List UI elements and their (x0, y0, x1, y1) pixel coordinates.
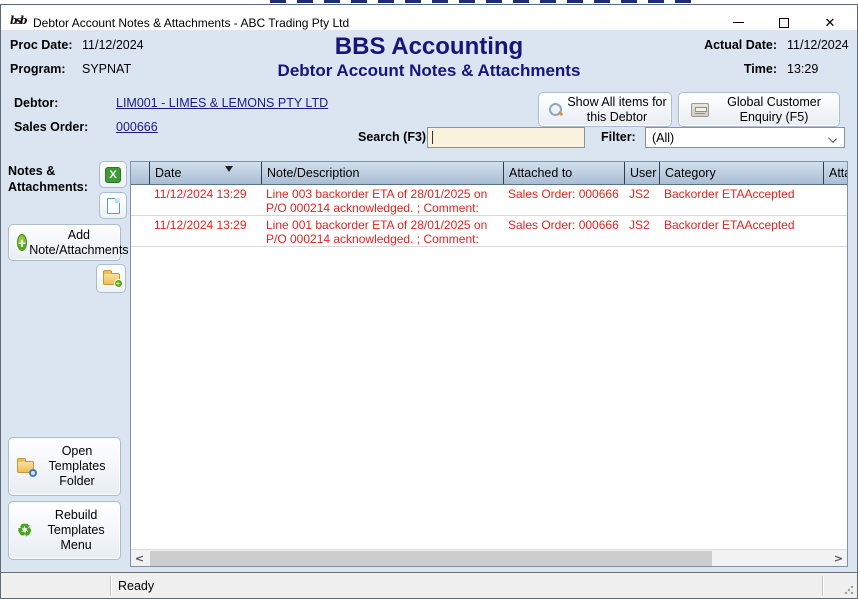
view-document-button[interactable] (99, 192, 127, 219)
maximize-icon (779, 18, 789, 28)
attached-to-cell: Sales Order: 000666 (503, 185, 624, 215)
table-header-row: Date Note/Description Attached to User C… (131, 162, 847, 185)
row-selector-cell (131, 216, 149, 246)
add-note-attachments-button[interactable]: + Add Note/Attachments (8, 224, 121, 261)
table-row[interactable]: 11/12/2024 13:29 Line 003 backorder ETA … (131, 185, 847, 216)
row-selector-cell (131, 185, 149, 215)
note-cell: Line 001 backorder ETA of 28/01/2025 on … (261, 216, 503, 246)
search-icon (549, 103, 563, 117)
resize-grip[interactable] (844, 585, 854, 595)
column-header-attached-to[interactable]: Attached to (503, 162, 624, 184)
show-all-items-label: Show All items for this Debtor (563, 95, 671, 125)
time-value: 13:29 (787, 62, 818, 76)
recycle-icon: ♻ (17, 522, 32, 539)
debtor-label: Debtor: (14, 96, 58, 110)
title-bar: bsb Debtor Account Notes & Attachments -… (1, 5, 857, 30)
horizontal-scrollbar[interactable]: < > (131, 549, 847, 566)
category-cell: Backorder ETAAccepted (659, 185, 823, 215)
user-cell: JS2 (624, 185, 659, 215)
filter-selected-value: (All) (652, 131, 674, 145)
add-note-attachments-label: Add Note/Attachments (27, 228, 130, 258)
status-bar: Ready (1, 572, 857, 598)
document-icon (107, 198, 120, 214)
rebuild-templates-menu-button[interactable]: ♻ Rebuild Templates Menu (8, 501, 121, 560)
scroll-right-icon[interactable]: > (830, 550, 847, 566)
app-icon: bsb (10, 13, 28, 29)
close-icon: ✕ (825, 16, 836, 29)
date-cell: 11/12/2024 13:29 (149, 185, 261, 215)
sales-order-label: Sales Order: (14, 120, 88, 134)
date-cell: 11/12/2024 13:29 (149, 216, 261, 246)
window-title: Debtor Account Notes & Attachments - ABC… (33, 16, 349, 30)
actual-date-label: Actual Date: (704, 38, 777, 52)
sales-order-link[interactable]: 000666 (116, 120, 158, 134)
scroll-left-icon[interactable]: < (131, 550, 148, 566)
export-excel-button[interactable]: X (99, 161, 127, 188)
minimize-icon (733, 22, 744, 23)
application-root: bsb Debtor Account Notes & Attachments -… (0, 0, 858, 599)
folder-search-icon (17, 461, 34, 473)
attachment-cell (823, 216, 847, 246)
rebuild-templates-menu-label: Rebuild Templates Menu (32, 508, 120, 553)
filter-label: Filter: (601, 130, 636, 144)
attached-to-cell: Sales Order: 000666 (503, 216, 624, 246)
category-cell: Backorder ETAAccepted (659, 216, 823, 246)
notes-table: Date Note/Description Attached to User C… (130, 161, 848, 567)
column-header-selector[interactable] (131, 162, 149, 184)
user-cell: JS2 (624, 216, 659, 246)
column-header-date[interactable]: Date (149, 162, 261, 184)
chevron-down-icon (828, 134, 837, 143)
status-text: Ready (118, 579, 154, 593)
scrollbar-thumb[interactable] (150, 551, 712, 566)
note-cell: Line 003 backorder ETA of 28/01/2025 on … (261, 185, 503, 215)
column-header-date-label: Date (155, 166, 181, 180)
minimize-button[interactable] (715, 10, 761, 35)
filter-dropdown[interactable]: (All) (645, 127, 845, 148)
column-header-user[interactable]: User (624, 162, 659, 184)
folder-plus-icon: + (103, 273, 120, 285)
maximize-button[interactable] (761, 10, 807, 35)
search-label: Search (F3): (358, 130, 430, 144)
attachment-cell (823, 185, 847, 215)
notes-attachments-label: Notes & Attachments: (8, 163, 96, 195)
status-separator (110, 576, 111, 596)
enquiry-card-icon (691, 103, 709, 117)
background-window-text-sliver (270, 0, 700, 3)
sort-descending-icon (225, 166, 233, 172)
debtor-link[interactable]: LIM001 - LIMES & LEMONS PTY LTD (116, 96, 328, 110)
time-label: Time: (744, 62, 777, 76)
column-header-attachment[interactable]: Attac (823, 162, 847, 184)
actual-date-value: 11/12/2024 (787, 38, 849, 52)
column-header-note-description[interactable]: Note/Description (261, 162, 503, 184)
table-row[interactable]: 11/12/2024 13:29 Line 001 backorder ETA … (131, 216, 847, 247)
add-attachment-folder-button[interactable]: + (96, 264, 126, 293)
magnifier-badge-icon (29, 469, 37, 477)
close-button[interactable]: ✕ (807, 10, 853, 35)
global-customer-enquiry-label: Global Customer Enquiry (F5) (709, 95, 839, 125)
text-caret (432, 131, 433, 144)
status-separator (822, 576, 823, 596)
search-input[interactable] (427, 127, 585, 148)
global-customer-enquiry-button[interactable]: Global Customer Enquiry (F5) (678, 92, 840, 127)
open-templates-folder-label: Open Templates Folder (34, 444, 120, 489)
plus-badge-icon: + (114, 279, 123, 288)
column-header-category[interactable]: Category (659, 162, 823, 184)
excel-icon: X (105, 167, 121, 183)
open-templates-folder-button[interactable]: Open Templates Folder (8, 437, 121, 496)
plus-icon: + (17, 234, 27, 251)
show-all-items-button[interactable]: Show All items for this Debtor (538, 92, 672, 127)
screen-title: Debtor Account Notes & Attachments (0, 61, 858, 81)
